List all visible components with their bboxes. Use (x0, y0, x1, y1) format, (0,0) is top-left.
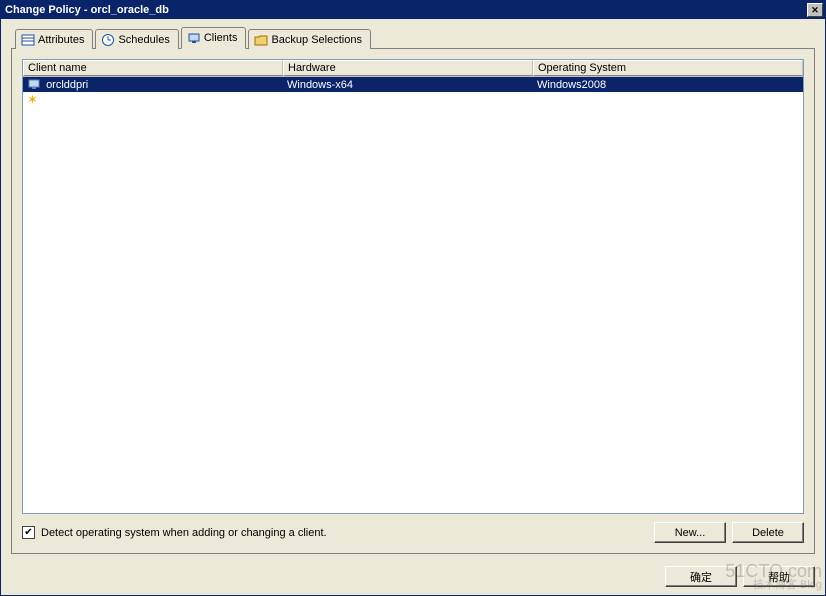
client-name: orclddpri (46, 78, 88, 90)
tab-attributes[interactable]: Attributes (15, 29, 93, 49)
new-row-marker[interactable]: ✶ (23, 92, 803, 107)
ok-button[interactable]: 确定 (665, 566, 737, 587)
dialog-buttons: 确定 帮助 (1, 560, 825, 595)
new-row-star-icon: ✶ (23, 92, 38, 107)
titlebar[interactable]: Change Policy - orcl_oracle_db ✕ (1, 1, 825, 19)
attributes-icon (21, 33, 35, 47)
detect-os-checkbox[interactable]: ✔ (22, 526, 35, 539)
col-hardware[interactable]: Hardware (283, 60, 533, 76)
close-icon: ✕ (811, 6, 819, 15)
cell-hardware: Windows-x64 (283, 79, 533, 91)
clients-panel: Client name Hardware Operating System or… (11, 48, 815, 554)
schedules-icon (101, 33, 115, 47)
table-row[interactable]: orclddpri Windows-x64 Windows2008 (23, 77, 803, 92)
cell-os: Windows2008 (533, 79, 803, 91)
computer-icon (27, 78, 41, 92)
clients-listview[interactable]: Client name Hardware Operating System or… (22, 59, 804, 514)
col-client-name[interactable]: Client name (23, 60, 283, 76)
clients-icon (187, 31, 201, 45)
window-title: Change Policy - orcl_oracle_db (3, 4, 807, 16)
tab-label: Backup Selections (271, 34, 362, 46)
listview-header: Client name Hardware Operating System (23, 60, 803, 77)
change-policy-dialog: Change Policy - orcl_oracle_db ✕ Attribu… (0, 0, 826, 596)
tab-backup-selections[interactable]: Backup Selections (248, 29, 371, 49)
tab-label: Clients (204, 32, 238, 44)
col-os[interactable]: Operating System (533, 60, 803, 76)
new-button[interactable]: New... (654, 522, 726, 543)
panel-footer: ✔ Detect operating system when adding or… (22, 514, 804, 543)
tab-clients[interactable]: Clients (181, 27, 247, 49)
cell-client: orclddpri (23, 78, 283, 92)
listview-body[interactable]: orclddpri Windows-x64 Windows2008 ✶ (23, 77, 803, 513)
tabstrip: Attributes Schedules Clients Backup Sele… (11, 27, 815, 49)
tab-label: Schedules (118, 34, 169, 46)
close-button[interactable]: ✕ (807, 3, 823, 17)
help-button[interactable]: 帮助 (743, 566, 815, 587)
backup-sel-icon (254, 33, 268, 47)
dialog-body: Attributes Schedules Clients Backup Sele… (1, 19, 825, 560)
tab-schedules[interactable]: Schedules (95, 29, 178, 49)
tab-label: Attributes (38, 34, 84, 46)
detect-os-label: Detect operating system when adding or c… (41, 527, 327, 539)
delete-button[interactable]: Delete (732, 522, 804, 543)
